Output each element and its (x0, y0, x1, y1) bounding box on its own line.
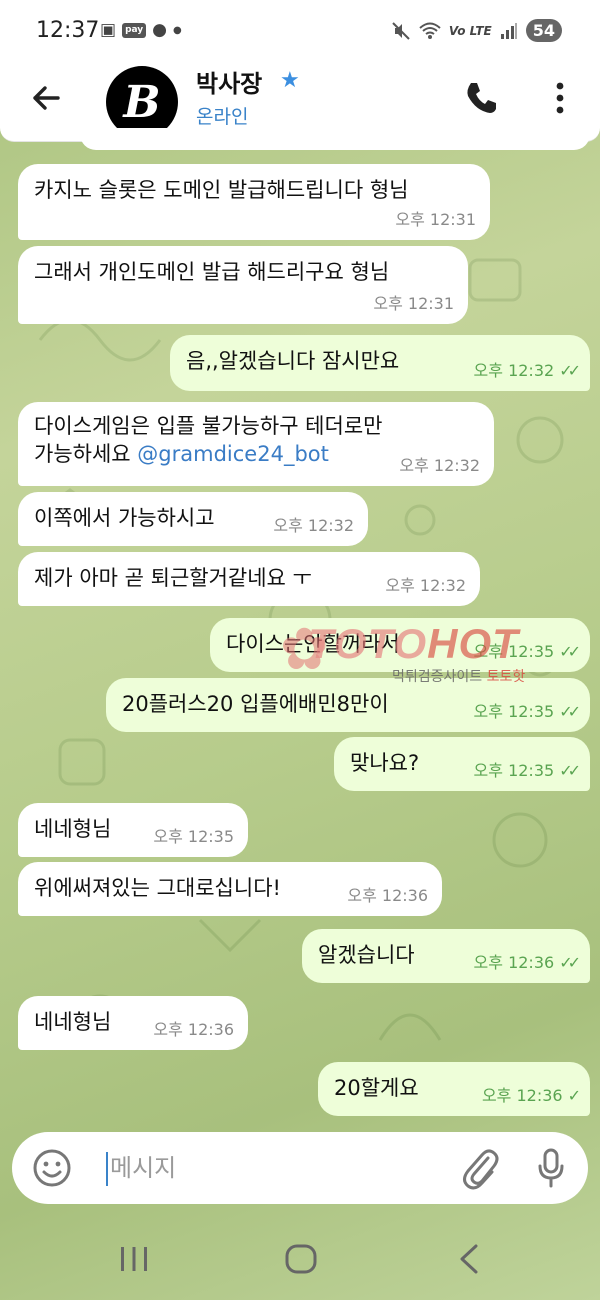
message-text: 제가 아마 곧 퇴근할거같네요 ㅜ (34, 566, 312, 590)
message-bubble-outgoing[interactable]: 맞나요? 오후 12:35 ✓✓ (334, 737, 590, 791)
message-bubble-incoming[interactable]: 이쪽에서 가능하시고 오후 12:32 (18, 492, 368, 546)
message-time-status: 오후 12:36 ✓ (481, 1085, 582, 1107)
signal-icon (500, 22, 517, 39)
smiley-icon[interactable] (32, 1148, 72, 1188)
message-bubble-outgoing[interactable]: 20플러스20 입플에배민8만이 오후 12:35 ✓✓ (106, 678, 590, 732)
chat-bubble-icon: ● (152, 20, 168, 40)
avatar-letter: B (123, 76, 161, 128)
message-time-status: 오후 12:35 ✓✓ (473, 641, 581, 663)
message-bubble-outgoing[interactable]: 다이스는안할꺼라서 오후 12:35 ✓✓ (210, 618, 590, 672)
message-text: 카지노 슬롯은 도메인 발급해드립니다 형님 (34, 178, 409, 202)
system-icons: Vo LTE 54 (391, 19, 562, 43)
message-time-status: 오후 12:36 ✓✓ (473, 952, 581, 974)
contact-name[interactable]: 박사장 (196, 64, 262, 99)
message-time: 오후 12:35 (473, 702, 555, 722)
message-time: 오후 12:32 (385, 576, 466, 596)
message-time: 오후 12:36 (473, 953, 555, 973)
single-check-icon: ✓ (567, 1086, 582, 1106)
message-bubble-incoming[interactable]: 위에써져있는 그대로십니다! 오후 12:36 (18, 862, 442, 916)
message-time: 오후 12:36 (481, 1086, 563, 1106)
message-text: 다이스는안할꺼라서 (226, 632, 400, 656)
message-bubble-partial (80, 128, 590, 150)
message-text: 그래서 개인도메인 발급 해드리구요 형님 (34, 260, 390, 284)
message-bubble-outgoing[interactable]: 알겠습니다 오후 12:36 ✓✓ (302, 929, 590, 983)
mute-icon (392, 21, 410, 40)
message-text-line-1: 다이스게임은 입플 불가능하구 테더로만 (34, 414, 383, 438)
screenshot-icon: ▣ (100, 20, 117, 40)
text-caret (106, 1152, 108, 1186)
message-bubble-outgoing[interactable]: 음,,알겠습니다 잠시만요 오후 12:32 ✓✓ (170, 335, 590, 391)
system-nav-bar (0, 1215, 600, 1300)
volte-indicator: Vo LTE (448, 23, 492, 38)
message-text: 이쪽에서 가능하시고 (34, 506, 215, 530)
double-check-icon: ✓✓ (559, 361, 581, 381)
message-text: 네네형님 (34, 817, 112, 841)
message-bubble-incoming[interactable]: 네네형님 오후 12:36 (18, 996, 248, 1050)
message-time-status: 오후 12:35 ✓✓ (473, 760, 581, 782)
message-time: 오후 12:35 (473, 761, 555, 781)
message-text: 알겠습니다 (318, 943, 415, 967)
message-text: 20플러스20 입플에배민8만이 (122, 692, 389, 716)
message-bubble-incoming[interactable]: 그래서 개인도메인 발급 해드리구요 형님 오후 12:31 (18, 246, 468, 324)
message-bubble-incoming[interactable]: 다이스게임은 입플 불가능하구 테더로만 가능하세요 @gramdice24_b… (18, 402, 494, 486)
message-bubble-outgoing[interactable]: 20할게요 오후 12:36 ✓ (318, 1062, 590, 1116)
microphone-icon[interactable] (536, 1146, 566, 1190)
battery-indicator: 54 (525, 19, 562, 43)
message-text-line-2-text: 가능하세요 (34, 442, 131, 467)
double-check-icon: ✓✓ (559, 761, 581, 781)
message-time: 오후 12:31 (395, 210, 476, 230)
message-text: 맞나요? (350, 751, 420, 775)
wifi-icon (419, 22, 441, 39)
message-time: 오후 12:32 (273, 516, 354, 536)
message-time: 오후 12:31 (373, 294, 454, 314)
star-icon: ★ (280, 68, 300, 93)
double-check-icon: ✓✓ (559, 702, 581, 722)
message-time-status: 오후 12:35 ✓✓ (473, 701, 581, 723)
double-check-icon: ✓✓ (559, 642, 581, 662)
notification-icons: ▣ pay ● ● (100, 20, 182, 40)
message-text: 네네형님 (34, 1010, 112, 1034)
recent-apps-icon[interactable] (118, 1245, 150, 1273)
message-time: 오후 12:36 (347, 886, 428, 906)
double-check-icon: ✓✓ (559, 953, 581, 973)
home-icon[interactable] (284, 1243, 318, 1275)
message-time-status: 오후 12:32 ✓✓ (473, 360, 581, 382)
status-time: 12:37 (36, 18, 100, 43)
phone-icon[interactable] (460, 78, 500, 118)
message-time: 오후 12:35 (473, 642, 555, 662)
message-bubble-incoming[interactable]: 제가 아마 곧 퇴근할거같네요 ㅜ 오후 12:32 (18, 552, 480, 606)
message-time: 오후 12:36 (153, 1020, 234, 1040)
message-bubble-incoming[interactable]: 네네형님 오후 12:35 (18, 803, 248, 857)
message-text: 20할게요 (334, 1076, 419, 1100)
message-input[interactable] (110, 1146, 450, 1190)
message-time: 오후 12:35 (153, 827, 234, 847)
nav-back-icon[interactable] (456, 1243, 482, 1275)
message-time: 오후 12:32 (399, 456, 480, 476)
bot-mention-link[interactable]: @gramdice24_bot (137, 442, 329, 466)
dot-icon: ● (173, 24, 182, 36)
message-bubble-incoming[interactable]: 카지노 슬롯은 도메인 발급해드립니다 형님 오후 12:31 (18, 164, 490, 240)
back-arrow-icon[interactable] (26, 78, 66, 118)
contact-status: 온라인 (196, 106, 249, 128)
message-text: 위에써져있는 그대로십니다! (34, 876, 281, 900)
pay-badge-icon: pay (122, 22, 147, 38)
message-text: 음,,알겠습니다 잠시만요 (186, 349, 400, 373)
paperclip-icon[interactable] (460, 1146, 500, 1190)
message-composer (12, 1132, 588, 1204)
status-bar: 12:37 ▣ pay ● ● Vo LTE 54 (0, 0, 600, 62)
message-time: 오후 12:32 (473, 361, 555, 381)
more-vertical-icon[interactable] (546, 78, 574, 118)
